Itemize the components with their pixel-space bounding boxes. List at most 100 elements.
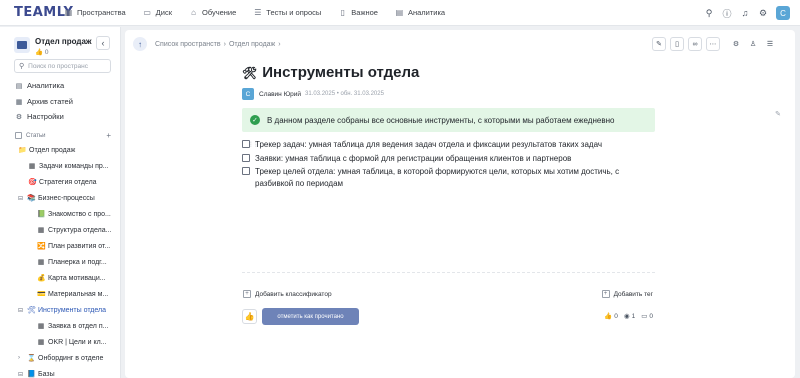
books-icon: 📚 <box>27 195 36 202</box>
more-button[interactable]: ⋯ <box>706 37 720 51</box>
link-icon: ∞ <box>692 40 698 48</box>
nav-learning[interactable]: ⌂ Обучение <box>189 8 236 17</box>
toc-button[interactable]: ☰ <box>763 37 777 51</box>
tree-item-intro[interactable]: 📗 Знакомство с про... <box>37 210 118 219</box>
checklist-icon: ☰ <box>254 8 262 17</box>
eye-icon: ◉ <box>623 313 630 320</box>
breadcrumb-sales[interactable]: Отдел продаж <box>229 41 275 48</box>
articles-section: Статьи + <box>15 131 111 140</box>
up-arrow-button[interactable]: ↑ <box>133 37 147 51</box>
chevron-right-icon[interactable]: › <box>18 355 26 361</box>
logo[interactable]: TEAMLY <box>14 5 73 20</box>
breadcrumb: ↑ Список пространств › Отдел продаж › <box>133 37 284 51</box>
target-icon: 🎯 <box>28 179 37 186</box>
add-tag-button[interactable]: + Добавить тег <box>601 290 653 298</box>
comments-count[interactable]: ▭ 0 <box>641 312 653 321</box>
todo-checkbox[interactable] <box>242 140 250 148</box>
tree-item-business-processes[interactable]: ⊟ 📚 Бизнес-процессы <box>18 194 118 203</box>
tree-item-motivation[interactable]: 💰 Карта мотиваци... <box>37 274 118 283</box>
collapse-sidebar-button[interactable]: ‹ <box>96 36 110 50</box>
todo-item: Трекер целей отдела: умная таблица, в ко… <box>242 166 647 190</box>
user-avatar[interactable]: C <box>776 6 790 20</box>
nav-spaces[interactable]: ▦ Пространства <box>64 8 126 17</box>
hourglass-icon: ⌛ <box>27 355 36 362</box>
thumb-up-icon: 👍 <box>604 313 613 320</box>
divider <box>242 272 655 273</box>
edit-button[interactable]: ✎ <box>652 37 666 51</box>
mark-read-button[interactable]: отметить как прочитано <box>262 308 359 325</box>
nav-tests[interactable]: ☰ Тесты и опросы <box>253 8 321 17</box>
bell-icon[interactable]: ♫ <box>737 5 753 21</box>
gear-icon[interactable]: ⚙ <box>755 5 771 21</box>
tools-icon: 🛠 <box>27 307 36 314</box>
chart-icon: ▤ <box>395 8 404 17</box>
access-button[interactable]: ♙ <box>746 37 760 51</box>
chevron-right-icon: › <box>278 40 281 48</box>
breadcrumb-spaces[interactable]: Список пространств <box>155 41 221 48</box>
author-name[interactable]: Славин Юрий <box>259 91 301 98</box>
article-dates: 31.03.2025 • обн. 31.03.2025 <box>305 91 384 97</box>
link-button[interactable]: ∞ <box>688 37 702 51</box>
top-actions: ⚲ ⓘ ♫ ⚙ C <box>699 5 790 21</box>
views-count: ◉ 1 <box>623 312 636 321</box>
table-icon: ▦ <box>37 339 45 346</box>
nav-important[interactable]: ▯ Важное <box>338 8 378 17</box>
tree-item-structure[interactable]: ▦ Структура отдела... <box>37 226 118 235</box>
add-classifier-button[interactable]: + Добавить классификатор <box>243 290 332 298</box>
sidebar-link-analytics[interactable]: ▤ Аналитика <box>15 81 64 90</box>
person-icon: ♙ <box>749 41 757 48</box>
tree-item-material[interactable]: 💳 Материальная м... <box>37 290 118 299</box>
info-callout: ✓ В данном разделе собраны все основные … <box>242 108 655 132</box>
tree-item-strategy[interactable]: 🎯 Стратегия отдела <box>28 178 118 187</box>
chevron-down-icon[interactable]: ⊟ <box>18 307 26 314</box>
thumb-up-icon: 👍 <box>35 49 44 56</box>
plus-icon: + <box>601 290 610 298</box>
todo-checkbox[interactable] <box>242 167 250 175</box>
nav-analytics[interactable]: ▤ Аналитика <box>395 8 445 17</box>
tree-item-request[interactable]: ▦ Заявка в отдел п... <box>37 322 118 331</box>
add-article-icon[interactable]: + <box>106 131 111 140</box>
bookmark-button[interactable]: ▯ <box>670 37 684 51</box>
search-icon[interactable]: ⚲ <box>701 5 717 21</box>
like-button[interactable]: 👍 <box>242 309 257 324</box>
sidebar-link-archive[interactable]: ▦ Архив статей <box>15 97 73 106</box>
chevron-down-icon[interactable]: ⊟ <box>18 195 26 202</box>
more-icon: ⋯ <box>709 41 717 48</box>
table-icon: ▦ <box>28 163 36 170</box>
author-avatar[interactable]: С <box>242 88 254 100</box>
table-icon: ▦ <box>37 323 45 330</box>
archive-icon: ▦ <box>15 98 23 106</box>
space-title[interactable]: Отдел продаж <box>35 37 92 46</box>
space-folder-icon <box>14 37 30 53</box>
chevron-left-icon: ‹ <box>101 38 105 48</box>
branch-icon: 🔀 <box>37 243 46 250</box>
tools-icon: 🛠 <box>242 65 258 80</box>
chevron-down-icon[interactable]: ⊟ <box>18 371 26 378</box>
collapse-section-icon[interactable] <box>15 132 22 139</box>
tree-item-team-tasks[interactable]: ▦ Задачи команды пр... <box>28 162 118 171</box>
info-icon[interactable]: ⓘ <box>719 5 735 21</box>
tree-item-okr[interactable]: ▦ OKR | Цели и кл... <box>37 338 118 347</box>
folder-icon: ▭ <box>143 8 151 17</box>
space-search-input[interactable]: ⚲ Поиск по пространс <box>14 59 111 73</box>
tree-item-planning[interactable]: ▦ Планерка и подг... <box>37 258 118 267</box>
book-icon: 📗 <box>37 211 46 218</box>
list-icon: ☰ <box>766 41 774 48</box>
page-title: 🛠 Инструменты отдела <box>242 64 420 81</box>
gear-icon: ⚙ <box>15 113 23 121</box>
tree-item-dev-plan[interactable]: 🔀 План развития от... <box>37 242 118 251</box>
tree-item-bases[interactable]: ⊟ 📘 Базы <box>18 370 118 378</box>
settings-button[interactable]: ⚙ <box>729 37 743 51</box>
todo-checkbox[interactable] <box>242 154 250 162</box>
main-nav: ▦ Пространства ▭ Диск ⌂ Обучение ☰ Тесты и о… <box>64 8 462 17</box>
space-header: Отдел продаж 👍 0 <box>14 37 92 56</box>
pencil-icon[interactable]: ✎ <box>775 110 781 118</box>
todo-item: Трекер задач: умная таблица для ведения … <box>242 139 647 151</box>
todo-item: Заявки: умная таблица с формой для регис… <box>242 153 647 165</box>
nav-disk[interactable]: ▭ Диск <box>143 8 172 17</box>
sidebar-link-settings[interactable]: ⚙ Настройки <box>15 112 64 121</box>
tree-item-tools[interactable]: ⊟ 🛠 Инструменты отдела <box>18 306 118 315</box>
tree-item-sales[interactable]: 📁 Отдел продаж <box>18 146 118 155</box>
likes-count: 👍 0 <box>604 312 618 321</box>
tree-item-onboarding[interactable]: › ⌛ Онбординг в отделе <box>18 354 118 363</box>
